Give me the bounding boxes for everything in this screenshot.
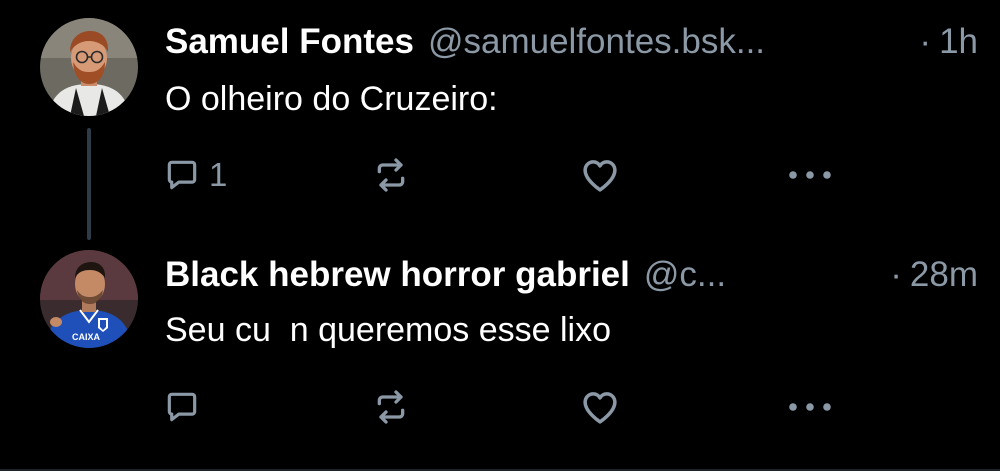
person-avatar-icon	[40, 18, 138, 116]
timestamp[interactable]: · 1h	[919, 22, 978, 62]
display-name[interactable]: Black hebrew horror gabriel	[165, 255, 630, 295]
post-actions: 1	[0, 150, 1000, 200]
more-options-icon	[789, 171, 831, 179]
more-options-button[interactable]	[786, 150, 834, 200]
repost-button[interactable]	[371, 150, 411, 200]
post-text: O olheiro do Cruzeiro:	[165, 80, 498, 118]
time-value: 1h	[939, 22, 978, 61]
jersey-sponsor-text: CAIXA	[72, 332, 101, 342]
timestamp[interactable]: · 28m	[890, 255, 978, 295]
like-button[interactable]	[579, 150, 621, 200]
more-options-icon	[789, 403, 831, 411]
post-samuel-fontes[interactable]: Samuel Fontes @samuelfontes.bsk... · 1h O…	[0, 0, 1000, 240]
post-header: Black hebrew horror gabriel @c... · 28m	[165, 250, 978, 300]
separator-dot: ·	[919, 22, 932, 61]
repost-button[interactable]	[371, 382, 411, 432]
user-handle[interactable]: @samuelfontes.bsk...	[428, 22, 765, 62]
post-text: Seu cu n queremos esse lixo	[165, 311, 612, 349]
more-options-button[interactable]	[786, 382, 834, 432]
heart-icon	[583, 160, 617, 192]
like-button[interactable]	[579, 382, 621, 432]
heart-icon	[583, 392, 617, 424]
post-actions	[0, 382, 1000, 432]
reply-icon	[167, 392, 197, 422]
reply-button[interactable]	[163, 382, 209, 432]
repost-icon	[377, 390, 405, 424]
reply-count: 1	[209, 156, 228, 193]
avatar[interactable]: CAIXA	[40, 250, 138, 348]
repost-icon	[377, 158, 405, 192]
separator-dot: ·	[890, 255, 902, 294]
reply-icon	[167, 160, 197, 190]
user-handle[interactable]: @c...	[644, 255, 726, 295]
display-name[interactable]: Samuel Fontes	[165, 22, 414, 62]
person-avatar-icon: CAIXA	[40, 250, 138, 348]
avatar[interactable]	[40, 18, 138, 116]
post-black-hebrew-horror-gabriel[interactable]: CAIXA Black hebrew horror gabriel @c... …	[0, 240, 1000, 471]
post-header: Samuel Fontes @samuelfontes.bsk... · 1h	[165, 17, 978, 67]
reply-button[interactable]: 1	[163, 150, 227, 200]
time-value: 28m	[909, 255, 978, 294]
